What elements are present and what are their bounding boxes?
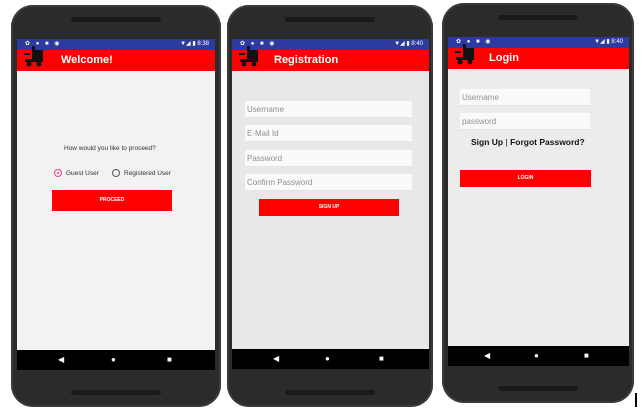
password-field[interactable]: Password [245, 150, 412, 167]
registration-screen: ✿ ● ■ ◉ ▼◢ ▮ 8:40 Registration Username … [232, 39, 429, 369]
content-area [448, 69, 629, 346]
guest-user-label[interactable]: Guest User [66, 170, 99, 177]
bottom-speaker [285, 390, 375, 395]
app-bar-title: Registration [274, 54, 339, 66]
guest-user-radio[interactable] [54, 169, 62, 177]
forklift-logo-icon [24, 46, 43, 67]
back-icon[interactable]: ◀ [273, 349, 279, 369]
status-clock: ▼◢ ▮ 8:40 [594, 39, 623, 45]
app-bar: Registration [232, 46, 429, 71]
recent-apps-icon[interactable]: ■ [379, 349, 384, 369]
back-icon[interactable]: ◀ [58, 350, 64, 370]
password-field[interactable]: password [460, 113, 590, 130]
top-speaker [71, 17, 161, 22]
app-bar-title: Welcome! [61, 54, 113, 66]
back-icon[interactable]: ◀ [484, 346, 490, 366]
auth-links: Sign Up | Forgot Password? [471, 137, 585, 147]
forklift-logo-icon [455, 44, 474, 65]
confirm-password-field[interactable]: Confirm Password [245, 174, 412, 191]
registered-user-label[interactable]: Registered User [124, 170, 171, 177]
nav-bar: ◀ ● ■ [448, 346, 629, 366]
forgot-password-link[interactable]: Forgot Password? [510, 137, 585, 147]
username-field[interactable]: Username [460, 89, 590, 106]
forklift-logo-icon [239, 46, 258, 67]
edge-marker [635, 393, 637, 407]
status-bar: ✿ ● ■ ◉ ▼◢ ▮ 8:38 [17, 39, 215, 50]
top-speaker [285, 17, 375, 22]
link-separator: | [505, 137, 508, 147]
signup-link[interactable]: Sign Up [471, 137, 503, 147]
signup-button[interactable]: SIGN UP [259, 199, 399, 216]
nav-bar: ◀ ● ■ [232, 349, 429, 369]
bottom-speaker [498, 386, 578, 391]
home-icon[interactable]: ● [111, 350, 116, 370]
recent-apps-icon[interactable]: ■ [584, 346, 589, 366]
proceed-button[interactable]: PROCEED [52, 190, 172, 211]
status-bar: ✿ ● ■ ◉ ▼◢ ▮ 8:40 [232, 39, 429, 50]
nav-bar: ◀ ● ■ [17, 350, 215, 370]
username-field[interactable]: Username [245, 101, 412, 118]
login-screen: ✿ ● ■ ◉ ▼◢ ▮ 8:40 Login Username passwor… [448, 37, 629, 366]
welcome-screen: ✿ ● ■ ◉ ▼◢ ▮ 8:38 Welcome! How would you… [17, 39, 215, 370]
login-button[interactable]: LOGIN [460, 170, 591, 187]
registered-user-radio[interactable] [112, 169, 120, 177]
phone-welcome: ✿ ● ■ ◉ ▼◢ ▮ 8:38 Welcome! How would you… [11, 5, 221, 407]
home-icon[interactable]: ● [325, 349, 330, 369]
app-bar: Welcome! [17, 46, 215, 71]
recent-apps-icon[interactable]: ■ [167, 350, 172, 370]
email-field[interactable]: E-Mail Id [245, 125, 412, 142]
bottom-speaker [71, 390, 161, 395]
top-speaker [498, 15, 578, 20]
home-icon[interactable]: ● [534, 346, 539, 366]
app-bar-title: Login [489, 52, 519, 64]
phone-registration: ✿ ● ■ ◉ ▼◢ ▮ 8:40 Registration Username … [227, 5, 433, 407]
status-clock: ▼◢ ▮ 8:40 [394, 41, 423, 47]
status-clock: ▼◢ ▮ 8:38 [180, 41, 209, 47]
app-bar: Login [448, 44, 629, 69]
phone-login: ✿ ● ■ ◉ ▼◢ ▮ 8:40 Login Username passwor… [442, 3, 634, 403]
proceed-question: How would you like to proceed? [64, 145, 156, 152]
